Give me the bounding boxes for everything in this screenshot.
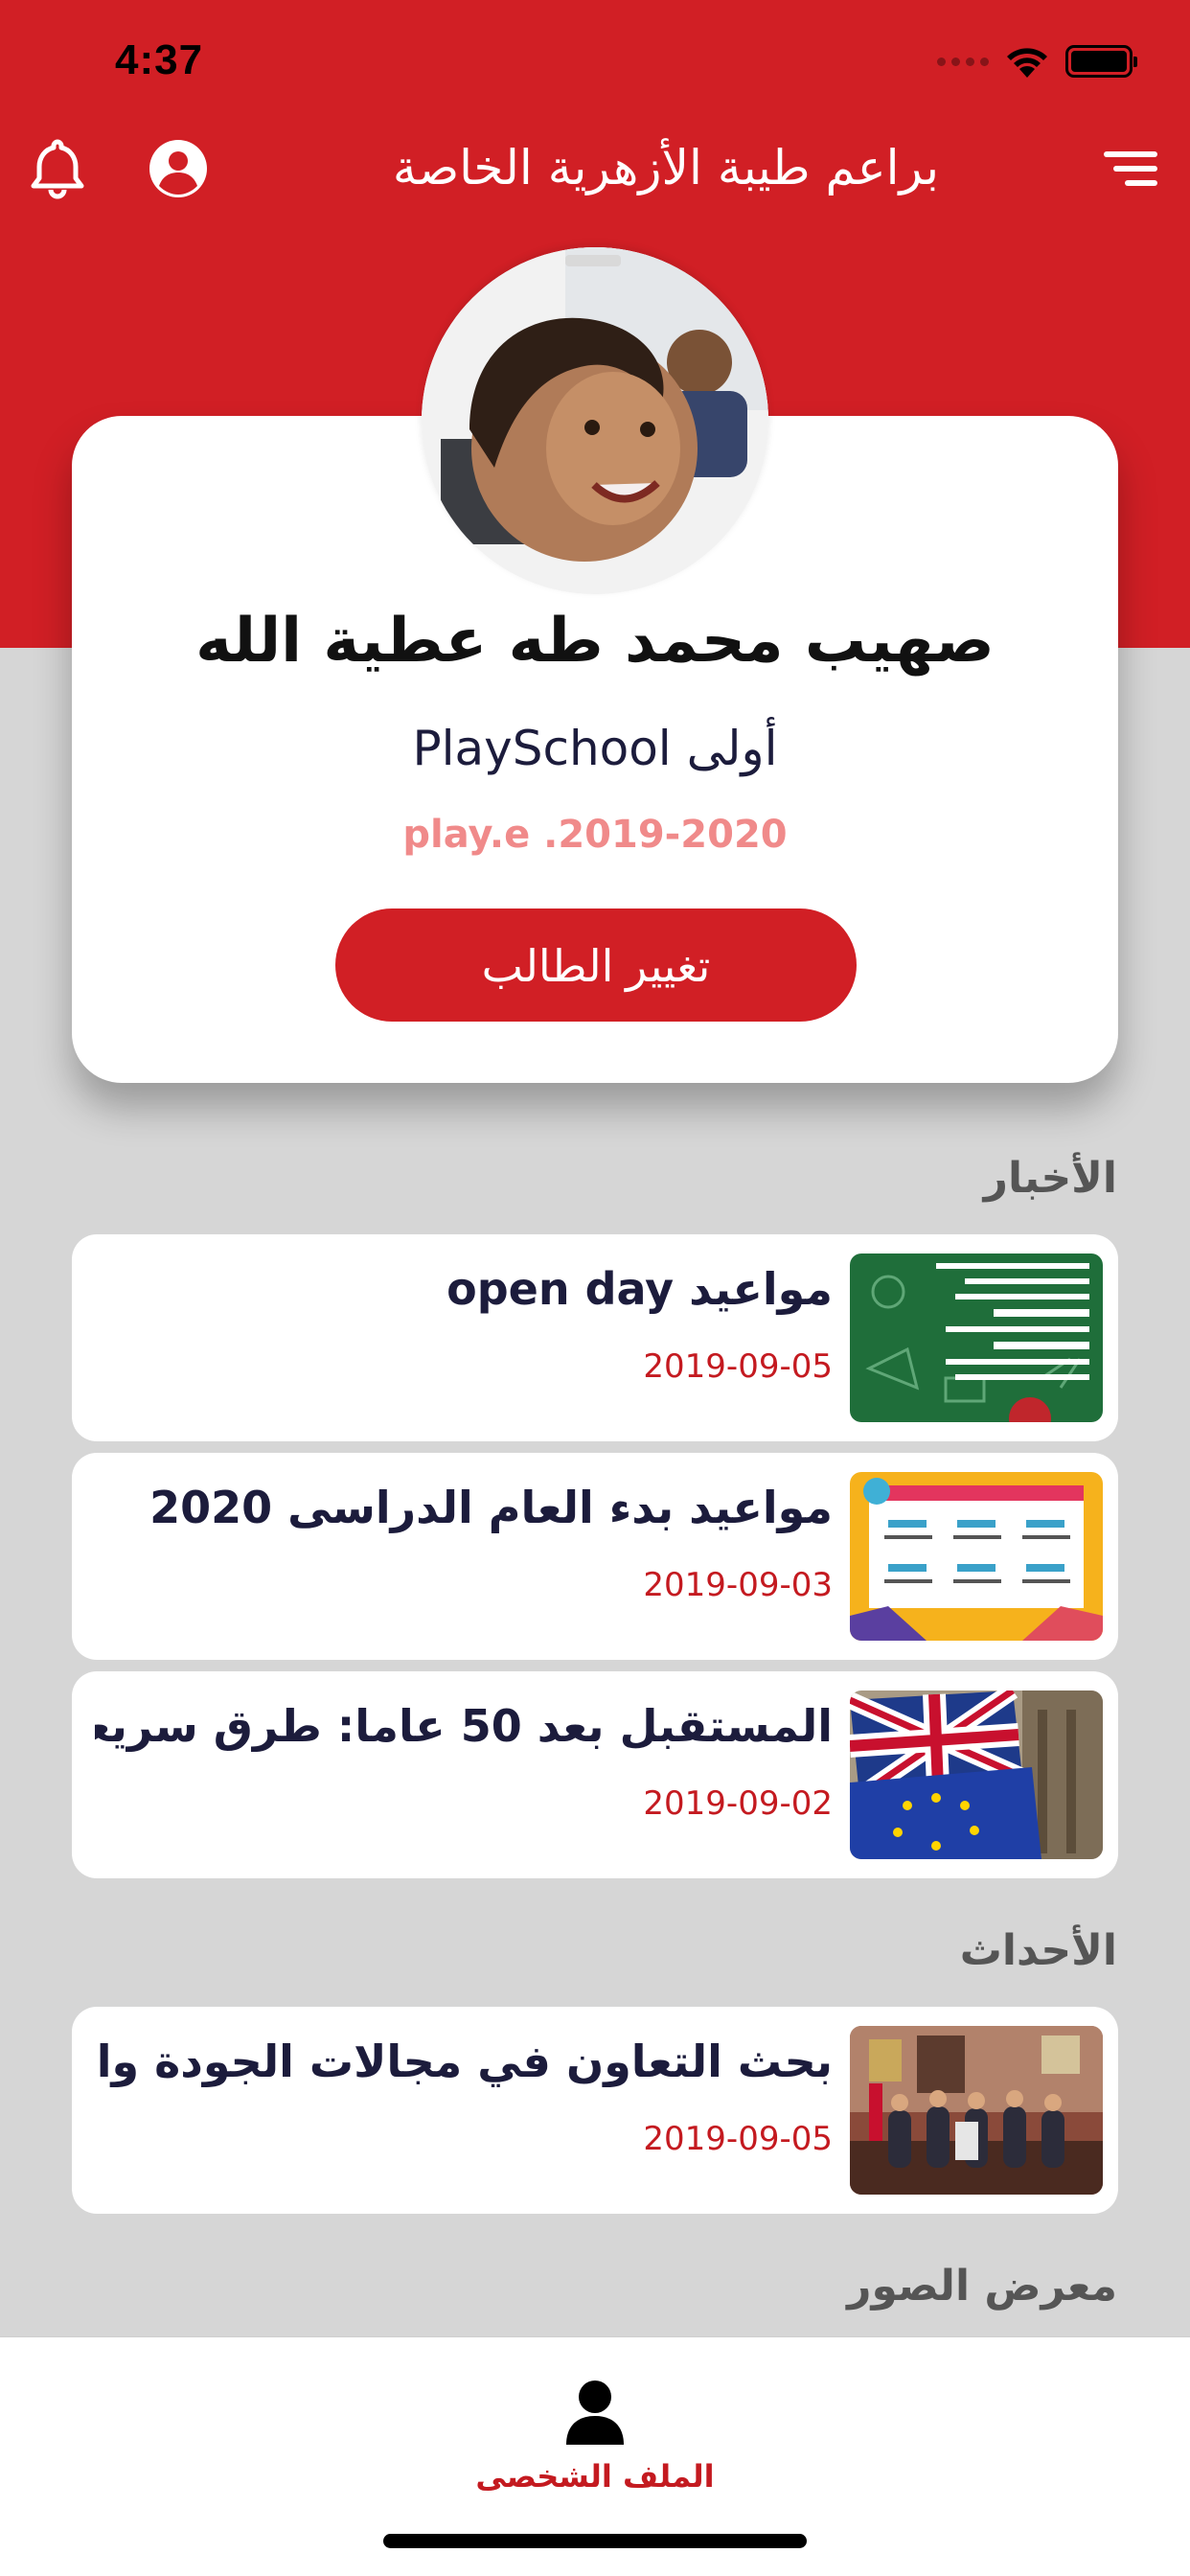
news-thumbnail [850,1254,1103,1422]
user-circle-icon[interactable] [144,134,213,203]
news-item[interactable]: المستقبل بعد 50 عاما: طرق سريعة... 2019-… [72,1671,1118,1878]
change-student-button[interactable]: تغيير الطالب [335,908,857,1022]
bell-icon[interactable] [23,134,92,203]
wifi-icon [1007,48,1047,78]
student-grade: أولى PlaySchool [412,721,778,776]
news-title: المستقبل بعد 50 عاما: طرق سريعة... [95,1700,833,1752]
news-thumbnail [850,1472,1103,1641]
news-title: مواعيد open day [446,1263,833,1315]
news-thumbnail [850,1690,1103,1859]
tab-profile[interactable]: الملف الشخصى [451,2337,739,2510]
event-item[interactable]: بحث التعاون في مجالات الجودة والت... 201… [72,2007,1118,2214]
cellular-signal-icon [937,57,989,66]
filter-icon[interactable] [1098,134,1167,203]
student-academic-year: play.e .2019-2020 [402,813,788,857]
student-avatar [422,247,768,594]
event-thumbnail [850,2026,1103,2195]
event-title: بحث التعاون في مجالات الجودة والت... [95,2036,833,2087]
tab-profile-label: الملف الشخصى [475,2458,715,2495]
news-item[interactable]: مواعيد بدء العام الدراسى 2020 2019-09-03 [72,1453,1118,1660]
battery-icon [1065,45,1137,78]
news-section-title: الأخبار [983,1154,1117,1203]
status-time: 4:37 [115,36,204,83]
news-title: مواعيد بدء العام الدراسى 2020 [149,1482,833,1533]
gallery-section-title: معرض الصور [847,2262,1117,2311]
event-date: 2019-09-05 [643,2120,833,2158]
news-item[interactable]: مواعيد open day 2019-09-05 [72,1234,1118,1441]
app-title: براعم طيبة الأزهرية الخاصة [392,140,939,196]
news-date: 2019-09-03 [643,1566,833,1604]
news-date: 2019-09-05 [643,1347,833,1386]
person-icon [566,2380,624,2445]
home-indicator [383,2534,807,2548]
student-name: صهيب محمد طه عطية الله [195,606,995,677]
status-indicators [937,40,1137,82]
events-section-title: الأحداث [959,1926,1117,1975]
news-date: 2019-09-02 [643,1784,833,1823]
